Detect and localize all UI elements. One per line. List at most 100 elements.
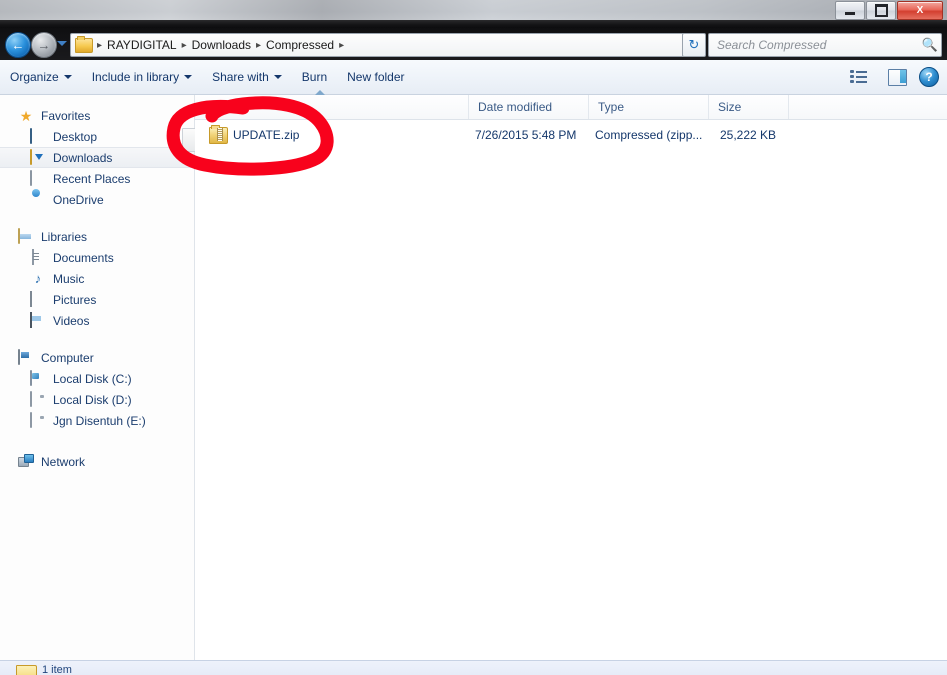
- column-header-row: Name Date modified Type Size: [195, 90, 947, 120]
- sidebar-label: Network: [41, 454, 86, 469]
- sidebar-label: Recent Places: [53, 171, 131, 186]
- command-bar: Organize Include in library Share with B…: [0, 60, 947, 95]
- column-header-name[interactable]: Name: [195, 90, 468, 119]
- burn-button[interactable]: Burn: [292, 65, 337, 89]
- sidebar-header-computer[interactable]: Computer: [0, 347, 194, 368]
- recent-places-icon: [30, 169, 46, 187]
- breadcrumb-downloads[interactable]: Downloads: [189, 38, 254, 52]
- picture-icon: [30, 290, 46, 308]
- help-icon[interactable]: ?: [919, 67, 939, 87]
- title-bar: X: [0, 0, 947, 28]
- breadcrumb-separator: ▸: [97, 39, 103, 51]
- sidebar-label: Libraries: [41, 229, 88, 244]
- breadcrumb-separator[interactable]: ▸: [254, 40, 263, 51]
- system-disk-icon: [30, 369, 46, 387]
- title-bar-shadow: [0, 20, 947, 28]
- sidebar-group-favorites: ★ Favorites Desktop Downloads Recent Pla…: [0, 105, 194, 210]
- sidebar-header-favorites[interactable]: ★ Favorites: [0, 105, 194, 126]
- minimize-icon: [845, 11, 855, 15]
- sidebar-item-music[interactable]: ♪ Music: [0, 268, 194, 289]
- file-type: Compressed (zipp...: [595, 128, 703, 142]
- help-glyph: ?: [925, 70, 933, 84]
- desktop-icon: [30, 127, 46, 145]
- sidebar-item-desktop[interactable]: Desktop: [0, 126, 194, 147]
- breadcrumb-separator[interactable]: ▸: [180, 40, 189, 51]
- music-icon: ♪: [34, 270, 42, 286]
- recent-locations-button[interactable]: [57, 41, 67, 46]
- sidebar-item-local-disk-c[interactable]: Local Disk (C:): [0, 368, 194, 389]
- star-icon: ★: [19, 107, 33, 124]
- refresh-button[interactable]: ↻: [682, 33, 706, 57]
- column-header-date-modified[interactable]: Date modified: [468, 95, 588, 119]
- sidebar-label: Videos: [53, 313, 90, 328]
- close-button[interactable]: X: [897, 1, 943, 20]
- minimize-button[interactable]: [835, 1, 865, 20]
- column-label: Type: [598, 100, 625, 114]
- sidebar-item-jgn-disentuh-e[interactable]: Jgn Disentuh (E:): [0, 410, 194, 431]
- sidebar-label: Local Disk (C:): [53, 371, 132, 386]
- address-bar-row: ← → ▸ RAYDIGITAL ▸ Downloads ▸ Compresse…: [0, 28, 947, 60]
- breadcrumb-raydigital[interactable]: RAYDIGITAL: [104, 38, 180, 52]
- sidebar-label: Computer: [41, 350, 94, 365]
- computer-icon: [18, 348, 34, 366]
- sidebar-label: OneDrive: [53, 192, 104, 207]
- search-box[interactable]: Search Compressed 🔍: [708, 33, 942, 57]
- organize-button[interactable]: Organize: [0, 65, 82, 89]
- sidebar-item-pictures[interactable]: Pictures: [0, 289, 194, 310]
- column-header-spacer[interactable]: [788, 95, 947, 119]
- sort-ascending-icon: [315, 90, 325, 95]
- file-list-pane: Name Date modified Type Size UPDATE.zip …: [195, 90, 947, 660]
- new-folder-label: New folder: [347, 70, 405, 84]
- video-icon: [30, 311, 46, 329]
- address-bar[interactable]: ▸ RAYDIGITAL ▸ Downloads ▸ Compressed ▸ …: [70, 33, 702, 57]
- sidebar-item-documents[interactable]: Documents: [0, 247, 194, 268]
- disk-icon: [30, 390, 46, 408]
- table-row[interactable]: UPDATE.zip 7/26/2015 5:48 PM Compressed …: [195, 124, 947, 146]
- sidebar-item-local-disk-d[interactable]: Local Disk (D:): [0, 389, 194, 410]
- title-bar-glass: [0, 0, 947, 20]
- preview-pane-icon[interactable]: [888, 68, 907, 86]
- forward-button[interactable]: →: [31, 32, 57, 58]
- column-header-size[interactable]: Size: [708, 95, 788, 119]
- zip-file-icon: [209, 125, 228, 144]
- maximize-icon: [874, 4, 888, 17]
- document-icon: [30, 248, 46, 266]
- sidebar-group-computer: Computer Local Disk (C:) Local Disk (D:)…: [0, 347, 194, 431]
- new-folder-button[interactable]: New folder: [337, 65, 414, 89]
- file-date-modified: 7/26/2015 5:48 PM: [475, 128, 577, 142]
- back-arrow-icon: ←: [11, 37, 25, 53]
- sidebar-item-downloads[interactable]: Downloads: [0, 147, 194, 168]
- include-in-library-label: Include in library: [91, 70, 180, 84]
- sidebar-item-videos[interactable]: Videos: [0, 310, 194, 331]
- sidebar-label: Music: [53, 271, 85, 286]
- file-name[interactable]: UPDATE.zip: [233, 124, 299, 146]
- sidebar-item-onedrive[interactable]: OneDrive: [0, 189, 194, 210]
- share-with-button[interactable]: Share with: [202, 65, 292, 89]
- sidebar-item-recent-places[interactable]: Recent Places: [0, 168, 194, 189]
- sidebar-label: Pictures: [53, 292, 97, 307]
- breadcrumb-compressed[interactable]: Compressed: [263, 38, 337, 52]
- burn-label: Burn: [301, 70, 328, 84]
- chevron-down-icon: [63, 75, 72, 79]
- view-options-icon[interactable]: [850, 69, 868, 85]
- disk-icon: [30, 411, 46, 429]
- sidebar-label: Downloads: [53, 150, 113, 165]
- column-label: Date modified: [478, 100, 553, 114]
- downloads-icon: [30, 148, 46, 166]
- breadcrumb-separator[interactable]: ▸: [337, 40, 346, 51]
- include-in-library-button[interactable]: Include in library: [82, 65, 202, 89]
- column-header-type[interactable]: Type: [588, 95, 708, 119]
- sidebar-header-libraries[interactable]: Libraries: [0, 226, 194, 247]
- back-button[interactable]: ←: [5, 32, 31, 58]
- organize-label: Organize: [10, 70, 59, 84]
- search-input[interactable]: Search Compressed: [709, 38, 919, 52]
- maximize-button[interactable]: [866, 1, 896, 20]
- share-with-label: Share with: [212, 70, 269, 84]
- forward-arrow-icon: →: [37, 37, 51, 53]
- search-icon: 🔍: [921, 37, 939, 52]
- explorer-window: X ← → ▸ RAYDIGITAL ▸ Downloads ▸ Compres…: [0, 0, 947, 675]
- navigation-pane: ★ Favorites Desktop Downloads Recent Pla…: [0, 95, 194, 660]
- sidebar-item-network[interactable]: Network: [0, 451, 194, 472]
- sidebar-group-network: Network: [0, 451, 194, 472]
- window-controls: X: [834, 1, 943, 20]
